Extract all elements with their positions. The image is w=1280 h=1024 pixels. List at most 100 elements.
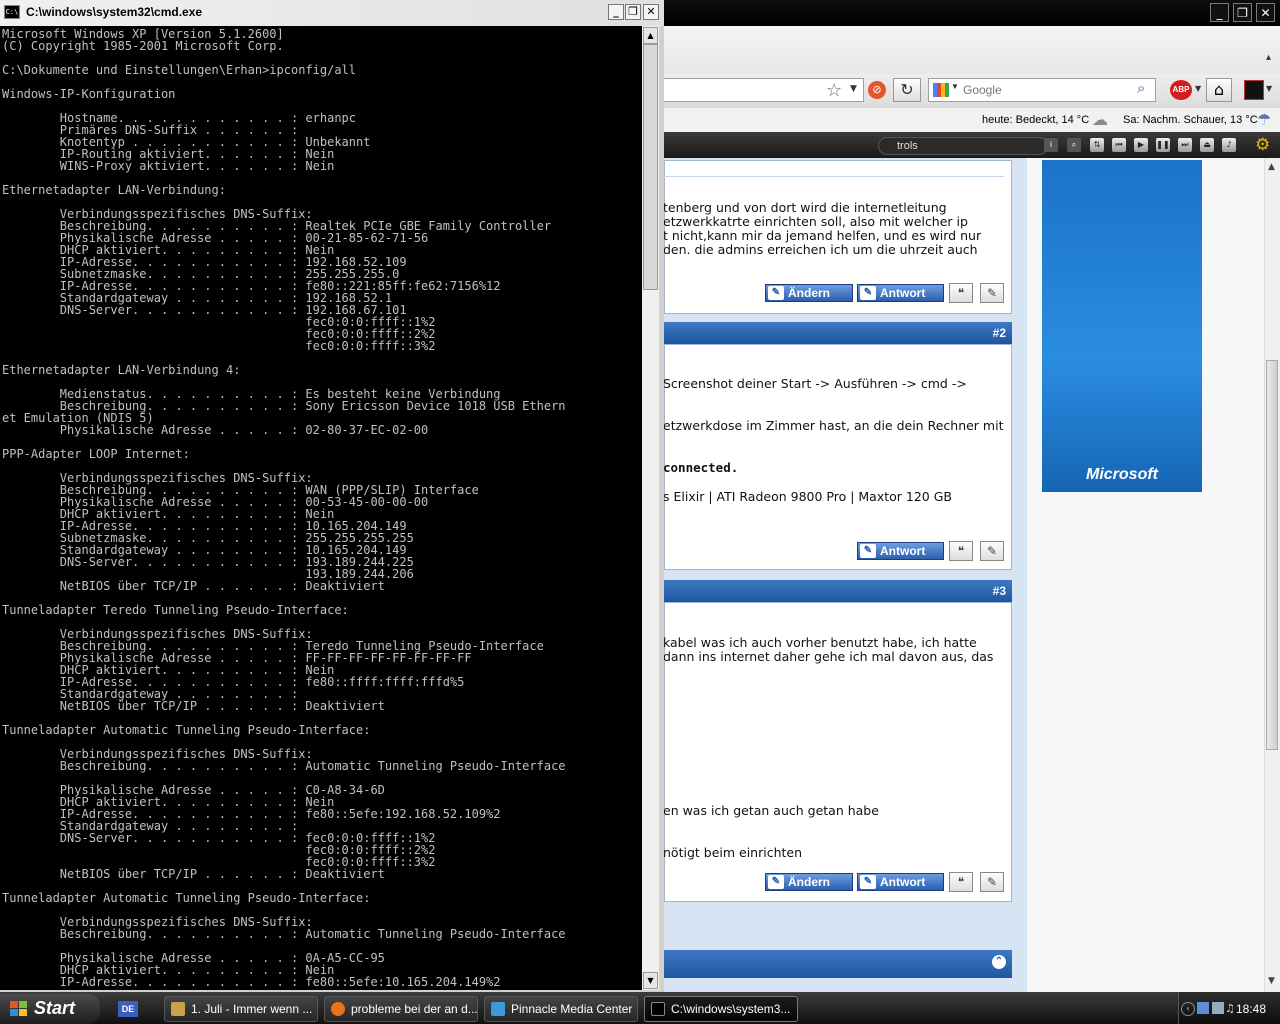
tray-expand-icon[interactable]: ‹ — [1181, 1002, 1195, 1016]
post-3-header: #3 — [664, 580, 1012, 602]
cmd-title: C:\windows\system32\cmd.exe — [26, 5, 203, 19]
reply-label: Antwort — [880, 875, 926, 889]
task-label-2: probleme bei der an d... — [351, 1002, 478, 1016]
weather-today: heute: Bedeckt, 14 °C — [982, 114, 1090, 126]
edit-icon: ✎ — [768, 286, 784, 300]
scroll-down-icon[interactable]: ▼ — [1268, 976, 1275, 986]
post-3-line-2: dann ins internet daher gehe ich mal dav… — [663, 649, 994, 664]
post-1-reply-button[interactable]: ✎ Antwort — [857, 284, 944, 302]
weather-tomorrow: Sa: Nachm. Schauer, 13 °C — [1123, 114, 1258, 126]
browser-close-button[interactable]: ✕ — [1256, 3, 1275, 22]
adblock-icon[interactable]: ABP — [1170, 80, 1192, 100]
google-icon — [933, 83, 949, 97]
media-play-icon[interactable]: ▶ — [1134, 138, 1148, 152]
edit-label: Ändern — [788, 875, 830, 889]
cmd-app-icon[interactable]: C:\ — [4, 5, 20, 19]
cmd-window: C:\ C:\windows\system32\cmd.exe _ ❐ ✕ Mi… — [0, 0, 664, 992]
post-1-divider — [664, 176, 1004, 177]
network-icon[interactable] — [1197, 1002, 1209, 1014]
task-button-2[interactable]: probleme bei der an d... — [324, 996, 478, 1022]
post-2-line-2: etzwerkdose im Zimmer hast, an die dein … — [663, 418, 1004, 433]
post-1-line-1: tenberg und von dort wird die internetle… — [663, 200, 947, 215]
cmd-close-button[interactable]: ✕ — [643, 4, 659, 20]
post-2-header: #2 — [664, 322, 1012, 344]
media-search-input[interactable]: trols — [878, 137, 1048, 155]
ad-logo: Microsoft — [1086, 466, 1158, 483]
search-input[interactable]: ▼ Google ⌕ — [928, 78, 1156, 102]
task-label-1: 1. Juli - Immer wenn ... — [191, 1002, 313, 1016]
edit-icon: ✎ — [768, 875, 784, 889]
document-icon — [171, 1002, 185, 1016]
search-placeholder: Google — [963, 83, 1002, 97]
noscript-icon[interactable]: ⊘ — [868, 81, 886, 99]
media-shuffle-icon[interactable]: ⇅ — [1090, 138, 1104, 152]
post-3-number[interactable]: #3 — [993, 584, 1006, 598]
cmd-maximize-button[interactable]: ❐ — [625, 4, 641, 20]
post-2-number[interactable]: #2 — [993, 326, 1006, 340]
windows-logo-icon — [10, 1001, 27, 1016]
reply-icon: ✎ — [860, 875, 876, 889]
network-icon-2[interactable] — [1212, 1002, 1224, 1014]
media-volume-icon[interactable]: ♪ — [1222, 138, 1236, 152]
scroll-up-icon[interactable]: ▲ — [1268, 162, 1275, 172]
media-search-text: trols — [897, 140, 918, 152]
rain-cloud-icon: ☂ — [1257, 112, 1272, 129]
media-pause-icon[interactable]: ❚❚ — [1156, 138, 1170, 152]
post-2-line-3: connected. — [663, 460, 739, 475]
cmd-scroll-up-icon[interactable]: ▲ — [643, 27, 658, 44]
media-prev-icon[interactable]: ⏮ — [1112, 138, 1126, 152]
language-indicator[interactable]: DE — [118, 1001, 138, 1017]
post-2-signature: s Elixir | ATI Radeon 9800 Pro | Maxtor … — [663, 489, 952, 504]
post-2-line-1: Screenshot deiner Start -> Ausführen -> … — [663, 376, 967, 391]
media-search-icon[interactable]: ⌕ — [1067, 138, 1081, 152]
start-label: Start — [34, 998, 76, 1018]
browser-scroll-thumb[interactable] — [1266, 360, 1278, 750]
media-info-icon[interactable]: i — [1044, 138, 1058, 152]
reply-icon: ✎ — [860, 544, 876, 558]
post-3-line-1: kabel was ich auch vorher benutzt habe, … — [663, 635, 977, 650]
post-2-multiquote-icon[interactable]: ✎ — [980, 541, 1004, 561]
extension-dropdown-icon[interactable]: ▼ — [1266, 84, 1272, 93]
cloud-icon: ☁ — [1092, 112, 1108, 129]
bookmark-star-icon[interactable]: ☆ — [826, 80, 842, 101]
media-eject-icon[interactable]: ⏏ — [1200, 138, 1214, 152]
post-1-quote-icon[interactable]: ❝ — [949, 283, 973, 303]
cmd-scroll-down-icon[interactable]: ▼ — [643, 972, 658, 989]
post-3-quote-icon[interactable]: ❝ — [949, 872, 973, 892]
clock[interactable]: 18:48 — [1236, 1002, 1266, 1016]
quick-reply-header: ⌃ — [664, 950, 1012, 978]
post-3-multiquote-icon[interactable]: ✎ — [980, 872, 1004, 892]
cmd-icon — [651, 1002, 665, 1016]
post-3-reply-button[interactable]: ✎ Antwort — [857, 873, 944, 891]
task-button-3[interactable]: Pinnacle Media Center — [484, 996, 638, 1022]
reload-icon[interactable]: ↻ — [893, 78, 921, 102]
media-settings-gear-icon[interactable]: ⚙ — [1255, 135, 1270, 155]
task-button-4[interactable]: C:\windows\system3... — [644, 996, 798, 1022]
search-engine-dropdown-icon[interactable]: ▼ — [951, 82, 959, 91]
post-2-quote-icon[interactable]: ❝ — [949, 541, 973, 561]
adblock-dropdown-icon[interactable]: ▼ — [1195, 84, 1201, 93]
browser-minimize-button[interactable]: _ — [1210, 3, 1229, 22]
media-next-icon[interactable]: ⏭ — [1178, 138, 1192, 152]
home-icon[interactable]: ⌂ — [1206, 78, 1232, 102]
url-dropdown-icon[interactable]: ▼ — [850, 84, 857, 94]
volume-icon[interactable]: ♫ — [1225, 1002, 1235, 1015]
post-1-edit-button[interactable]: ✎ Ändern — [765, 284, 853, 302]
cmd-scroll-thumb[interactable] — [643, 44, 658, 290]
ad-banner[interactable] — [1042, 160, 1202, 492]
collapse-icon[interactable]: ⌃ — [992, 955, 1006, 969]
post-2-reply-button[interactable]: ✎ Antwort — [857, 542, 944, 560]
pinnacle-icon — [491, 1002, 505, 1016]
tabs-dropdown-icon[interactable]: ▴ — [1266, 52, 1271, 63]
extension-icon[interactable] — [1244, 80, 1264, 100]
cmd-minimize-button[interactable]: _ — [608, 4, 624, 20]
post-1-multiquote-icon[interactable]: ✎ — [980, 283, 1004, 303]
task-button-1[interactable]: 1. Juli - Immer wenn ... — [164, 996, 318, 1022]
browser-maximize-button[interactable]: ❐ — [1233, 3, 1252, 22]
post-3-edit-button[interactable]: ✎ Ändern — [765, 873, 853, 891]
console-output[interactable]: Microsoft Windows XP [Version 5.1.2600] … — [0, 26, 642, 990]
post-1-line-3: t nicht,kann mir da jemand helfen, und e… — [663, 228, 982, 243]
post-3-line-3: en was ich getan auch getan habe — [663, 803, 879, 818]
search-go-icon[interactable]: ⌕ — [1137, 80, 1145, 97]
task-label-4: C:\windows\system3... — [671, 1002, 791, 1016]
